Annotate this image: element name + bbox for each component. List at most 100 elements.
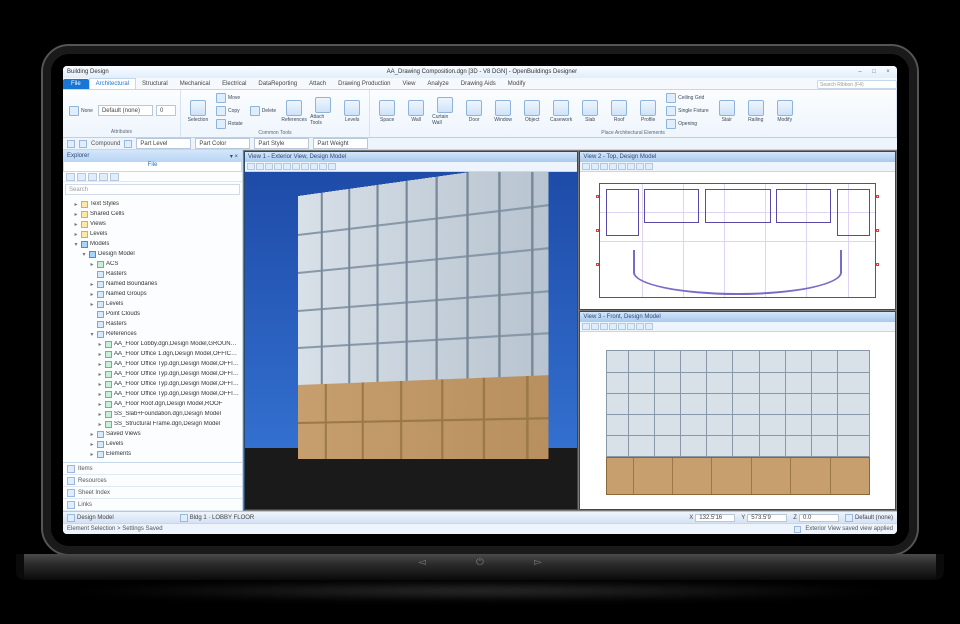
vtool-icon[interactable] bbox=[310, 163, 318, 170]
explorer-tree[interactable]: ▸Text Styles▸Shared Cells▸Views▸Levels▾M… bbox=[63, 197, 242, 462]
tab-view[interactable]: View bbox=[397, 79, 422, 89]
tree-node[interactable]: ▸Levels bbox=[63, 299, 242, 309]
coord-x[interactable]: 132.5'16 bbox=[695, 514, 735, 522]
tree-toggle[interactable]: ▸ bbox=[89, 301, 95, 308]
rotate-button[interactable]: Rotate bbox=[214, 118, 245, 130]
tree-toggle[interactable]: ▸ bbox=[97, 351, 103, 358]
stair-button[interactable]: Stair bbox=[714, 100, 740, 123]
attr-none[interactable]: None bbox=[67, 105, 95, 117]
coord-y[interactable]: 573.5'9 bbox=[747, 514, 787, 522]
tree-toggle[interactable]: ▸ bbox=[97, 411, 103, 418]
tree-toggle[interactable]: ▸ bbox=[89, 281, 95, 288]
levels-button[interactable]: Levels bbox=[339, 100, 365, 123]
tree-toggle[interactable]: ▸ bbox=[89, 451, 95, 458]
footer-items[interactable]: Items bbox=[63, 463, 242, 475]
modify-button[interactable]: Modify bbox=[772, 100, 798, 123]
bldg-icon[interactable] bbox=[180, 514, 188, 522]
footer-resources[interactable]: Resources bbox=[63, 475, 242, 487]
tree-node[interactable]: ▸SS_Slab+Foundation.dgn,Design Model bbox=[63, 409, 242, 419]
tree-toggle[interactable]: ▸ bbox=[97, 381, 103, 388]
part-level-dropdown[interactable]: Part Level bbox=[136, 138, 191, 149]
tree-node[interactable]: ▸Named Groups bbox=[63, 289, 242, 299]
references-button[interactable]: References bbox=[281, 100, 307, 123]
ribbon-search[interactable]: Search Ribbon (F4) bbox=[817, 80, 897, 89]
vtool-icon[interactable] bbox=[274, 163, 282, 170]
vtool-icon[interactable] bbox=[609, 163, 617, 170]
vtool-icon[interactable] bbox=[591, 163, 599, 170]
tree-node[interactable]: ▸Text Styles bbox=[63, 199, 242, 209]
tree-node[interactable]: ▸AA_Floor Office Typ.dgn,Design Model,OF… bbox=[63, 379, 242, 389]
vtool-icon[interactable] bbox=[618, 163, 626, 170]
vtool-icon[interactable] bbox=[247, 163, 255, 170]
slab-button[interactable]: Slab bbox=[577, 100, 603, 123]
status-lock-icon[interactable] bbox=[845, 514, 853, 522]
tree-node[interactable]: Point Clouds bbox=[63, 309, 242, 319]
attach-tools-button[interactable]: Attach Tools bbox=[310, 97, 336, 126]
tree-toggle[interactable]: ▾ bbox=[89, 331, 95, 338]
view3-canvas[interactable] bbox=[580, 332, 895, 509]
tree-node[interactable]: ▸Levels bbox=[63, 439, 242, 449]
vtool-icon[interactable] bbox=[591, 323, 599, 330]
view2-header[interactable]: View 2 - Top, Design Model bbox=[580, 152, 895, 162]
view3-header[interactable]: View 3 - Front, Design Model bbox=[580, 312, 895, 322]
tree-toggle[interactable]: ▸ bbox=[73, 231, 79, 238]
status2-icon[interactable] bbox=[794, 526, 801, 533]
wall-button[interactable]: Wall bbox=[403, 100, 429, 123]
tree-node[interactable]: ▸Views bbox=[63, 219, 242, 229]
tab-structural[interactable]: Structural bbox=[136, 79, 174, 89]
tab-drawing-aids[interactable]: Drawing Aids bbox=[455, 79, 502, 89]
tab-datareporting[interactable]: DataReporting bbox=[252, 79, 303, 89]
explorer-tool-5[interactable] bbox=[110, 173, 119, 181]
maximize-button[interactable]: □ bbox=[869, 69, 879, 75]
footer-sheet-index[interactable]: Sheet Index bbox=[63, 487, 242, 499]
tree-node[interactable]: ▾References bbox=[63, 329, 242, 339]
tree-node[interactable]: ▸Elements bbox=[63, 449, 242, 459]
vtool-icon[interactable] bbox=[301, 163, 309, 170]
vtool-icon[interactable] bbox=[319, 163, 327, 170]
attr-layer-dropdown[interactable]: 0 bbox=[156, 105, 176, 116]
vtool-icon[interactable] bbox=[609, 323, 617, 330]
attr-icon-2[interactable] bbox=[79, 140, 87, 148]
tree-toggle[interactable]: ▸ bbox=[73, 201, 79, 208]
vtool-icon[interactable] bbox=[627, 163, 635, 170]
vtool-icon[interactable] bbox=[256, 163, 264, 170]
tree-toggle[interactable]: ▸ bbox=[89, 261, 95, 268]
tab-analyze[interactable]: Analyze bbox=[421, 79, 454, 89]
tree-toggle[interactable]: ▸ bbox=[97, 361, 103, 368]
coord-z[interactable]: 0.0 bbox=[799, 514, 839, 522]
footer-links[interactable]: Links bbox=[63, 499, 242, 511]
attr-icon-1[interactable] bbox=[67, 140, 75, 148]
minimize-button[interactable]: – bbox=[855, 69, 865, 75]
tree-node[interactable]: ▸Levels bbox=[63, 229, 242, 239]
vtool-icon[interactable] bbox=[283, 163, 291, 170]
vtool-icon[interactable] bbox=[636, 163, 644, 170]
explorer-tool-1[interactable] bbox=[66, 173, 75, 181]
single-fixture-button[interactable]: Single Fixture bbox=[664, 105, 711, 117]
roof-button[interactable]: Roof bbox=[606, 100, 632, 123]
tree-node[interactable]: ▸AA_Floor Lobby.dgn,Design Model,GROUND … bbox=[63, 339, 242, 349]
vtool-icon[interactable] bbox=[600, 163, 608, 170]
compound-toggle[interactable]: Compound bbox=[91, 141, 120, 147]
vtool-icon[interactable] bbox=[645, 163, 653, 170]
tree-node[interactable]: ▸AA_Floor Office Typ.dgn,Design Model,OF… bbox=[63, 369, 242, 379]
tree-toggle[interactable]: ▸ bbox=[89, 291, 95, 298]
tree-toggle[interactable]: ▸ bbox=[73, 211, 79, 218]
object-button[interactable]: Object bbox=[519, 100, 545, 123]
tab-drawing-production[interactable]: Drawing Production bbox=[332, 79, 396, 89]
vtool-icon[interactable] bbox=[292, 163, 300, 170]
vtool-icon[interactable] bbox=[600, 323, 608, 330]
part-weight-dropdown[interactable]: Part Weight bbox=[313, 138, 368, 149]
part-color-dropdown[interactable]: Part Color bbox=[195, 138, 250, 149]
explorer-tool-2[interactable] bbox=[77, 173, 86, 181]
profile-button[interactable]: Profile bbox=[635, 100, 661, 123]
model-tab[interactable]: Design Model bbox=[77, 515, 114, 521]
tree-toggle[interactable]: ▸ bbox=[97, 391, 103, 398]
tree-toggle[interactable]: ▸ bbox=[97, 401, 103, 408]
tab-mechanical[interactable]: Mechanical bbox=[174, 79, 216, 89]
casework-button[interactable]: Casework bbox=[548, 100, 574, 123]
tab-attach[interactable]: Attach bbox=[303, 79, 332, 89]
explorer-tool-4[interactable] bbox=[99, 173, 108, 181]
vtool-icon[interactable] bbox=[265, 163, 273, 170]
tree-toggle[interactable]: ▸ bbox=[97, 421, 103, 428]
move-button[interactable]: Move bbox=[214, 92, 245, 104]
